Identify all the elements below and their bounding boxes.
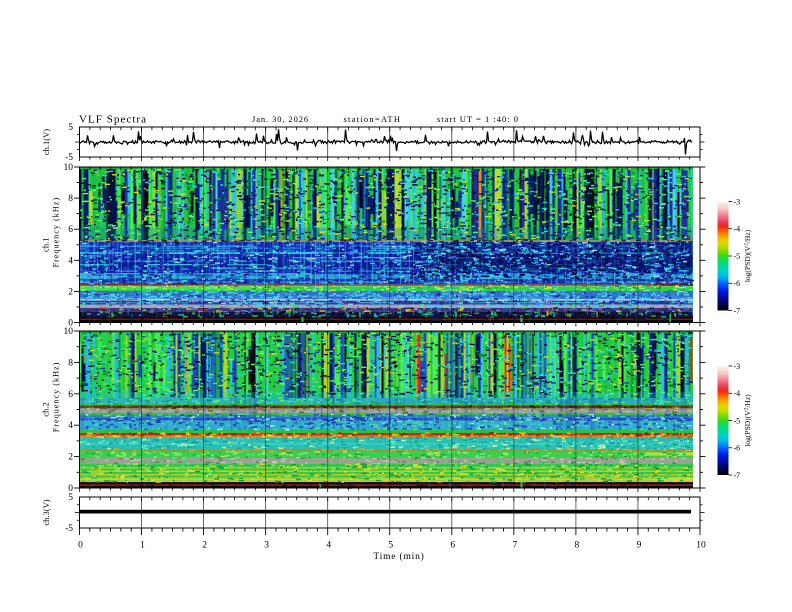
svg-text:-5: -5 <box>65 524 73 534</box>
svg-text:6: 6 <box>68 390 73 400</box>
svg-text:10: 10 <box>64 327 74 337</box>
svg-text:-4: -4 <box>734 389 741 398</box>
svg-text:Frequency (kHz): Frequency (kHz) <box>51 362 61 433</box>
svg-text:-6: -6 <box>734 279 741 288</box>
svg-text:7: 7 <box>512 541 517 551</box>
svg-text:VLF Spectra: VLF Spectra <box>79 114 147 126</box>
svg-text:station=ATH: station=ATH <box>344 114 402 124</box>
svg-text:log(PSD)(V2/Hz): log(PSD)(V2/Hz) <box>743 394 752 447</box>
svg-text:1: 1 <box>140 541 145 551</box>
svg-text:ch.1(V): ch.1(V) <box>41 129 51 155</box>
svg-text:Jan. 30, 2026: Jan. 30, 2026 <box>252 114 309 124</box>
svg-text:4: 4 <box>68 256 73 266</box>
svg-text:start UT = 1 :40: 0: start UT = 1 :40: 0 <box>437 114 519 124</box>
svg-text:8: 8 <box>68 358 73 368</box>
svg-text:8: 8 <box>68 194 73 204</box>
svg-text:8: 8 <box>575 541 580 551</box>
svg-text:-3: -3 <box>734 362 741 371</box>
svg-text:-4: -4 <box>734 225 741 234</box>
svg-text:-3: -3 <box>734 197 741 206</box>
svg-text:-7: -7 <box>734 306 741 315</box>
svg-text:10: 10 <box>696 541 706 551</box>
svg-text:6: 6 <box>450 541 455 551</box>
svg-text:0: 0 <box>78 541 83 551</box>
svg-text:-5: -5 <box>734 416 741 425</box>
svg-text:-7: -7 <box>734 471 741 480</box>
svg-text:5: 5 <box>68 123 73 133</box>
svg-text:ch.2: ch.2 <box>41 402 51 416</box>
svg-text:-6: -6 <box>734 444 741 453</box>
svg-text:4: 4 <box>326 541 331 551</box>
svg-text:4: 4 <box>68 421 73 431</box>
svg-text:5: 5 <box>388 541 393 551</box>
svg-text:2: 2 <box>68 287 73 297</box>
svg-text:Time (min): Time (min) <box>373 551 424 562</box>
svg-text:log(PSD)(V2/Hz): log(PSD)(V2/Hz) <box>743 229 752 282</box>
svg-text:9: 9 <box>637 541 642 551</box>
svg-text:-5: -5 <box>734 252 741 261</box>
svg-text:5: 5 <box>68 493 73 503</box>
svg-text:2: 2 <box>68 453 73 463</box>
svg-text:6: 6 <box>68 225 73 235</box>
svg-text:ch.3(V): ch.3(V) <box>41 499 51 525</box>
svg-text:Frequency (kHz): Frequency (kHz) <box>51 197 61 268</box>
svg-text:0: 0 <box>68 484 73 494</box>
svg-text:-5: -5 <box>65 153 73 163</box>
svg-text:2: 2 <box>202 541 207 551</box>
svg-text:ch.1: ch.1 <box>41 238 51 252</box>
svg-text:10: 10 <box>64 163 74 173</box>
svg-text:3: 3 <box>264 541 269 551</box>
